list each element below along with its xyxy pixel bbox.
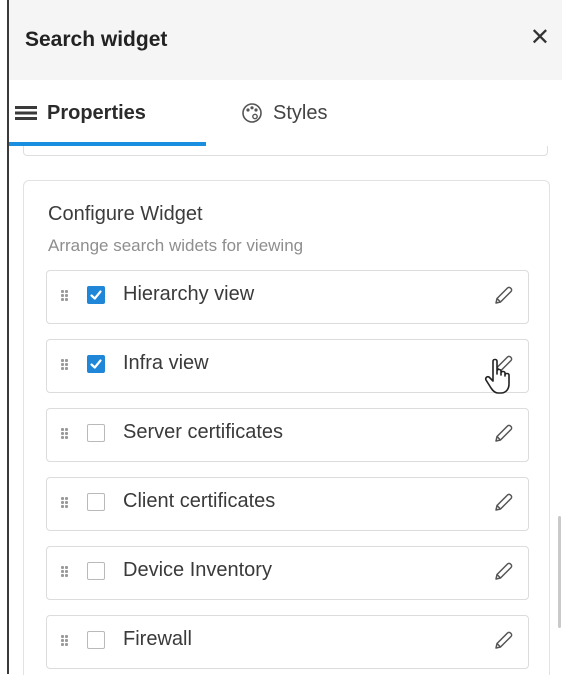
edit-pencil-icon[interactable] (492, 492, 514, 514)
widget-list-item[interactable]: Device Inventory (46, 546, 529, 600)
widget-label: Server certificates (123, 421, 284, 443)
drag-handle-icon[interactable] (61, 359, 69, 371)
widget-checkbox[interactable] (87, 355, 105, 373)
widget-list: Hierarchy view Infra view Server certifica… (46, 270, 529, 684)
list-icon (15, 106, 37, 120)
tab-bar: Properties Styles (9, 80, 562, 146)
palette-icon (242, 103, 262, 123)
widget-list-item[interactable]: Hierarchy view (46, 270, 529, 324)
widget-label: Infra view (123, 352, 209, 374)
widget-list-item[interactable]: Server certificates (46, 408, 529, 462)
widget-label: Device Inventory (123, 559, 272, 581)
widget-label: Firewall (123, 628, 192, 650)
widget-label: Hierarchy view (123, 283, 255, 305)
edit-pencil-icon[interactable] (492, 285, 514, 307)
widget-list-item[interactable]: Firewall (46, 615, 529, 669)
scrollbar-thumb[interactable] (558, 516, 561, 628)
widget-checkbox[interactable] (87, 286, 105, 304)
drag-handle-icon[interactable] (61, 497, 69, 509)
checkmark-icon (90, 359, 102, 369)
previous-section-edge (23, 146, 548, 156)
drag-handle-icon[interactable] (61, 428, 69, 440)
configure-widget-title: Configure Widget (48, 203, 203, 225)
widget-label: Client certificates (123, 490, 276, 512)
tab-properties-label: Properties (47, 101, 146, 124)
panel-title: Search widget (25, 28, 168, 51)
edit-pencil-icon[interactable] (492, 561, 514, 583)
drag-handle-icon[interactable] (61, 566, 69, 578)
hand-pointer-icon (484, 358, 510, 394)
tab-styles[interactable]: Styles (241, 80, 327, 146)
widget-checkbox[interactable] (87, 631, 105, 649)
configure-widget-subtitle: Arrange search widets for viewing (48, 236, 304, 255)
search-widget-panel: Search widget ✕ Properties Styles Config… (0, 0, 562, 675)
widget-list-item[interactable]: Client certificates (46, 477, 529, 531)
drag-handle-icon[interactable] (61, 635, 69, 647)
widget-checkbox[interactable] (87, 493, 105, 511)
widget-list-item[interactable]: Infra view (46, 339, 529, 393)
tab-styles-label: Styles (273, 101, 328, 124)
panel-header: Search widget ✕ (9, 0, 562, 81)
close-icon[interactable]: ✕ (530, 24, 550, 52)
checkmark-icon (90, 290, 102, 300)
widget-checkbox[interactable] (87, 424, 105, 442)
tab-properties[interactable]: Properties (15, 80, 146, 146)
edit-pencil-icon[interactable] (492, 630, 514, 652)
edit-pencil-icon[interactable] (492, 423, 514, 445)
configure-widget-card: Configure Widget Arrange search widets f… (23, 180, 550, 675)
widget-checkbox[interactable] (87, 562, 105, 580)
drag-handle-icon[interactable] (61, 290, 69, 302)
